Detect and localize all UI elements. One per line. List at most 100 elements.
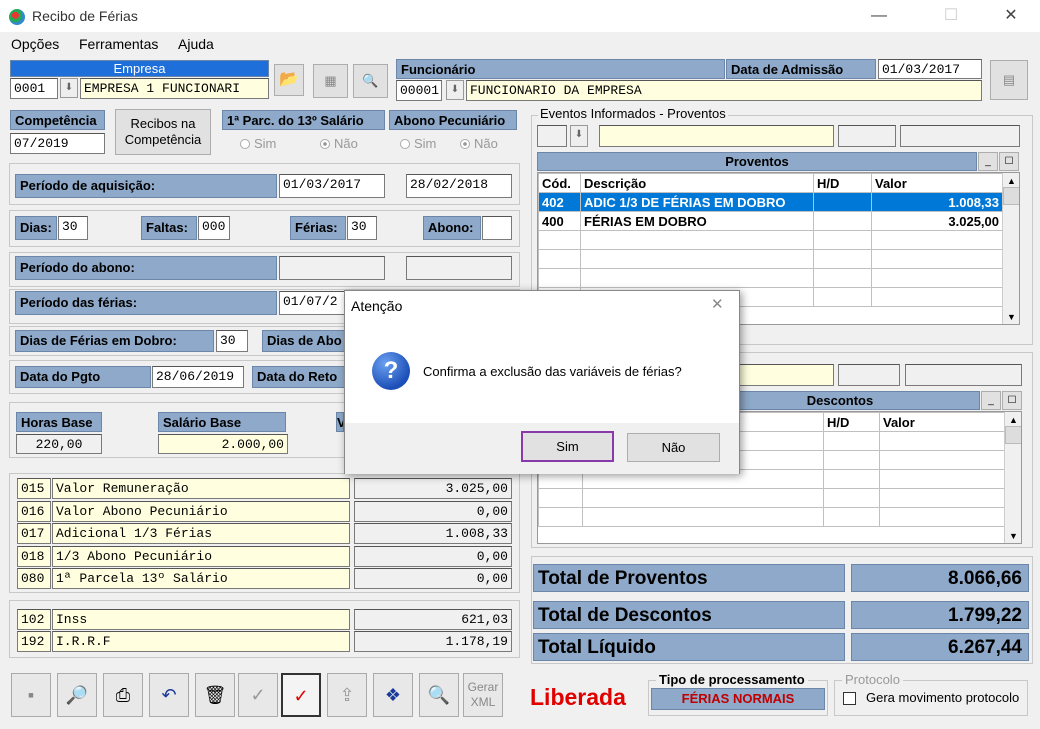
salario-base-label: Salário Base [158,412,286,432]
desconto-hd[interactable] [838,364,900,386]
funcionario-code[interactable]: 00001 [396,80,442,101]
col-desc: Descrição [580,173,814,193]
horas-base-field[interactable]: 220,00 [16,434,102,454]
rubrica-code: 080 [17,568,51,589]
rubrica-desc: I.R.R.F [52,631,350,652]
processamento-value: FÉRIAS NORMAIS [651,688,825,710]
periodo-ferias-inicio[interactable]: 01/07/2 [279,291,349,315]
save-icon[interactable]: ▪ [11,673,51,717]
admissao-field[interactable]: 01/03/2017 [878,59,982,79]
rubrica-desc: Valor Abono Pecuniário [52,500,350,522]
evento-valor[interactable] [900,125,1020,147]
table-row[interactable] [538,507,1005,527]
rubrica-code: 017 [17,523,51,544]
rubrica-desc: Inss [52,609,350,630]
descontos-scrollbar[interactable]: ▲ ▼ [1004,412,1021,543]
ferias-field[interactable]: 30 [347,216,377,240]
gerar-xml-button[interactable]: Gerar XML [463,673,503,717]
salario-base-field[interactable]: 2.000,00 [158,434,288,454]
check-red-icon[interactable]: ✓ [281,673,321,717]
recibos-competencia-button[interactable]: Recibos na Competência [115,109,211,155]
empresa-dropdown-icon[interactable]: ⬇ [60,78,78,98]
funcionario-name[interactable]: FUNCIONARIO DA EMPRESA [466,80,982,101]
rubrica-valor: 3.025,00 [354,478,512,499]
parc13-sim-radio[interactable]: Sim [240,136,276,151]
calc-icon[interactable]: ❖ [373,673,413,717]
base-cut-label: V [336,412,344,432]
table-row[interactable] [538,230,1003,250]
abono-field[interactable] [482,216,512,240]
check-gray-icon[interactable]: ✓ [238,673,278,717]
menu-ferramentas[interactable]: Ferramentas [79,36,158,52]
undo-icon[interactable]: ↶ [149,673,189,717]
descontos-maximize-icon[interactable]: ☐ [1002,391,1022,410]
periodo-abono-fim[interactable] [406,256,512,280]
funcionario-dropdown-icon[interactable]: ⬇ [446,80,464,100]
pgto-field[interactable]: 28/06/2019 [152,366,244,388]
periodo-abono-inicio[interactable] [279,256,385,280]
total-proventos-label: Total de Proventos [533,564,845,592]
minimize-button[interactable]: — [856,4,902,28]
eventos-label: Eventos Informados - Proventos [538,106,728,121]
no-button[interactable]: Não [627,433,720,462]
protocolo-checkbox[interactable] [843,692,856,705]
funcionario-label: Funcionário [396,59,725,79]
processamento-label: Tipo de processamento [656,672,808,687]
print-icon[interactable]: ⎙ [103,673,143,717]
faltas-field[interactable]: 000 [198,216,230,240]
search-icon[interactable]: 🔎 [57,673,97,717]
proventos-maximize-icon[interactable]: ☐ [999,152,1019,171]
abono-sim-radio[interactable]: Sim [400,136,436,151]
parc13-nao-radio[interactable]: Não [320,136,358,151]
proventos-minimize-icon[interactable]: _ [978,152,998,171]
table-row[interactable] [538,249,1003,269]
export-icon[interactable]: ⇪ [327,673,367,717]
dialog-close-icon[interactable]: ✕ [711,295,724,313]
desconto-valor[interactable] [905,364,1022,386]
parc13-label: 1ª Parc. do 13º Salário [222,110,385,130]
empresa-label: Empresa [10,60,269,77]
horas-base-label: Horas Base [16,412,102,432]
employee-card-icon[interactable]: ▤ [990,60,1028,100]
rubrica-valor: 1.178,19 [354,631,512,652]
dialog-message: Confirma a exclusão das variáveis de fér… [423,364,682,379]
abono-nao-radio[interactable]: Não [460,136,498,151]
proventos-scrollbar[interactable]: ▲ ▼ [1002,173,1019,324]
dialog-button-bar: Sim Não [345,423,739,474]
competencia-field[interactable]: 07/2019 [10,133,105,154]
table-row[interactable] [538,488,1005,508]
rubrica-desc: Valor Remuneração [52,478,350,499]
close-button[interactable]: ✕ [988,4,1034,28]
admissao-label: Data de Admissão [726,59,876,79]
rubrica-desc: 1ª Parcela 13º Salário [52,568,350,589]
calculator-icon[interactable]: ▦ [313,64,348,98]
maximize-button[interactable]: ☐ [928,4,974,28]
evento-dropdown-icon[interactable]: ⬇ [570,125,588,147]
app-icon [9,9,25,25]
total-proventos-value: 8.066,66 [851,564,1029,592]
dobro-field[interactable]: 30 [216,330,248,352]
evento-desc[interactable] [599,125,834,147]
search-disabled-icon[interactable]: 🔍 [419,673,459,717]
periodo-abono-label: Período do abono: [15,256,277,280]
aquisicao-fim[interactable]: 28/02/2018 [406,174,512,198]
table-row[interactable] [538,268,1003,288]
dialog-title: Atenção [351,298,403,314]
empresa-name[interactable]: EMPRESA 1 FUNCIONARI [80,78,269,99]
menu-opcoes[interactable]: Opções [11,36,59,52]
table-row[interactable]: 400 FÉRIAS EM DOBRO 3.025,00 [538,211,1003,231]
dias-field[interactable]: 30 [58,216,88,240]
col-hd: H/D [823,412,880,432]
aquisicao-inicio[interactable]: 01/03/2017 [279,174,385,198]
total-descontos-label: Total de Descontos [533,601,845,629]
yes-button[interactable]: Sim [521,431,614,462]
empresa-code[interactable]: 0001 [10,78,58,99]
evento-hd[interactable] [838,125,896,147]
search-doc-icon[interactable]: 🔍 [353,64,388,98]
folder-open-icon[interactable]: 📂 [274,64,304,96]
menu-ajuda[interactable]: Ajuda [178,36,214,52]
descontos-minimize-icon[interactable]: _ [981,391,1001,410]
table-row[interactable]: 402 ADIC 1/3 DE FÉRIAS EM DOBRO 1.008,33 [538,192,1003,212]
evento-code[interactable] [537,125,567,147]
delete-icon[interactable]: 🗑 [195,673,235,717]
